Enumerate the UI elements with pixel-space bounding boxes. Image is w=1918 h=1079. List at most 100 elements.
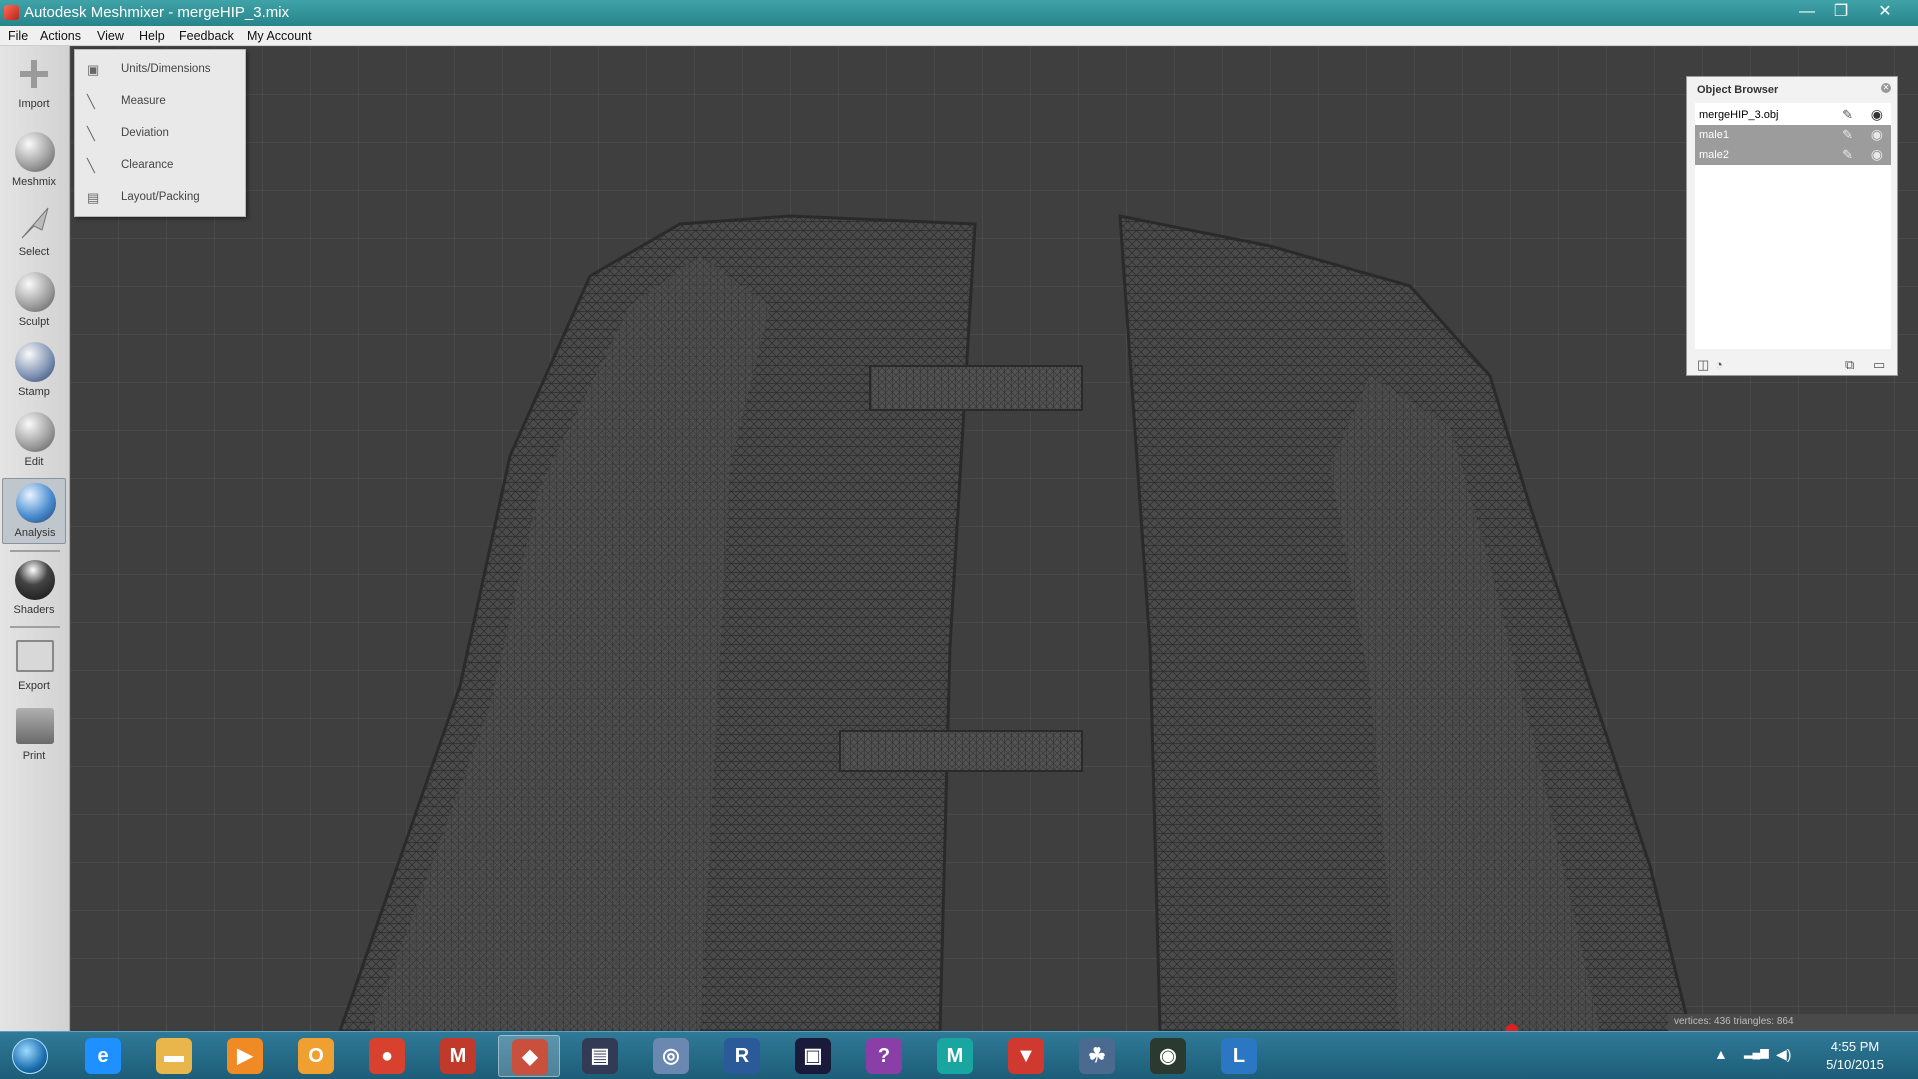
visibility-eye-icon[interactable]: ◉ [1871, 126, 1883, 143]
menu-item-deviation[interactable]: ╲ Deviation [75, 119, 245, 149]
terminal-icon: ▤ [582, 1038, 618, 1074]
visibility-eye-icon[interactable]: ◉ [1871, 106, 1883, 123]
meshmixer-icon: ◆ [512, 1039, 548, 1075]
tool-stamp[interactable]: Stamp [2, 338, 66, 404]
taskbar-app-terminal[interactable]: ▤ [569, 1035, 631, 1077]
start-button[interactable] [4, 1034, 56, 1078]
mesh-connector-bottom [839, 730, 1083, 772]
tool-select[interactable]: Select [2, 198, 66, 264]
taskbar-app-chrome[interactable]: ● [356, 1035, 418, 1077]
menu-item-units-dimensions[interactable]: ▣ Units/Dimensions [75, 55, 245, 85]
object-row[interactable]: male2 ✎ ◉ [1695, 145, 1891, 165]
taskbar-app-network[interactable]: ◎ [640, 1035, 702, 1077]
menu-actions[interactable]: Actions [40, 29, 81, 43]
print-icon [16, 708, 54, 744]
trash-icon[interactable]: ▭ [1873, 357, 1885, 373]
edit-pencil-icon[interactable]: ✎ [1842, 147, 1853, 163]
taskbar-app-help[interactable]: ? [853, 1035, 915, 1077]
edit-pencil-icon[interactable]: ✎ [1842, 127, 1853, 143]
analysis-menu: ▣ Units/Dimensions ╲ Measure ╲ Deviation… [74, 49, 246, 217]
clock-time: 4:55 PM [1830, 1039, 1880, 1054]
tool-label: Import [18, 98, 50, 110]
tool-label: Edit [24, 456, 44, 468]
app-circles-icon: ☘ [1079, 1038, 1115, 1074]
volume-icon[interactable]: ◀) [1776, 1046, 1791, 1063]
tool-label: Meshmix [11, 176, 56, 188]
visibility-eye-icon[interactable]: ◉ [1871, 146, 1883, 163]
taskbar-app-file-explorer[interactable]: ▬ [143, 1035, 205, 1077]
menu-feedback[interactable]: Feedback [179, 29, 234, 43]
layout-icon: ▤ [87, 190, 100, 205]
taskbar-app-maya[interactable]: M [924, 1035, 986, 1077]
tool-analysis[interactable]: Analysis [2, 478, 66, 544]
menu-view[interactable]: View [97, 29, 124, 43]
units-icon: ▣ [87, 62, 100, 77]
shaders-icon [15, 560, 55, 600]
network-icon: ◎ [653, 1038, 689, 1074]
object-row[interactable]: male1 ✎ ◉ [1695, 125, 1891, 145]
maya-icon: M [937, 1038, 973, 1074]
tool-label: Print [22, 750, 46, 762]
system-clock[interactable]: 4:55 PM 5/10/2015 [1810, 1038, 1900, 1074]
tool-edit[interactable]: Edit [2, 408, 66, 474]
deviation-icon: ╲ [87, 126, 95, 141]
menu-my-account[interactable]: My Account [247, 29, 312, 43]
minimize-button[interactable]: — [1790, 0, 1824, 24]
tool-print[interactable]: Print [2, 702, 66, 768]
taskbar-app-internet-explorer[interactable]: e [72, 1035, 134, 1077]
object-browser-panel: Object Browser ✕ mergeHIP_3.obj ✎ ◉ male… [1686, 76, 1898, 376]
left-toolbar: Import Meshmix Select Sculpt Stamp Edit … [0, 46, 70, 1031]
taskbar-app-revit[interactable]: R [711, 1035, 773, 1077]
edit-icon [15, 412, 55, 452]
close-button[interactable]: ✕ [1868, 0, 1902, 24]
plus-icon [20, 60, 48, 88]
tool-label: Shaders [13, 604, 55, 616]
export-icon [16, 640, 54, 672]
object-browser-title: Object Browser [1697, 84, 1779, 96]
analysis-icon [16, 483, 56, 523]
history-icon[interactable]: ◔ [1715, 357, 1723, 372]
network-icon[interactable]: ▂▄▆ [1744, 1046, 1769, 1059]
taskbar-app-outlook[interactable]: O [285, 1035, 347, 1077]
tool-import[interactable]: Import [2, 54, 66, 120]
taskbar-app-camera[interactable]: ◉ [1137, 1035, 1199, 1077]
object-row[interactable]: mergeHIP_3.obj ✎ ◉ [1695, 105, 1891, 125]
3d-viewport[interactable] [70, 46, 1918, 1031]
taskbar-app-app-circles[interactable]: ☘ [1066, 1035, 1128, 1077]
tool-sculpt[interactable]: Sculpt [2, 268, 66, 334]
tool-shaders[interactable]: Shaders [2, 556, 66, 622]
measure-icon: ╲ [87, 94, 95, 109]
chrome-icon: ● [369, 1038, 405, 1074]
windows-logo-icon [12, 1038, 48, 1074]
show-hidden-icons-icon[interactable]: ▲ [1714, 1046, 1728, 1062]
windows-taskbar: e ▬ ▶ O ● M ◆ ▤ ◎ R ▣? M ▼ ☘ ◉ L ▲ ▂▄▆ ◀) 4:55 PM 5/10/… [0, 1031, 1918, 1079]
cube-icon[interactable]: ◫ [1697, 357, 1709, 373]
tool-label: Sculpt [18, 316, 50, 328]
sculpt-icon [15, 272, 55, 312]
menu-item-measure[interactable]: ╲ Measure [75, 87, 245, 117]
taskbar-app-lync[interactable]: L [1208, 1035, 1270, 1077]
menu-file[interactable]: File [8, 29, 28, 43]
edit-pencil-icon[interactable]: ✎ [1842, 107, 1853, 123]
tool-meshmix[interactable]: Meshmix [2, 128, 66, 194]
taskbar-app-media-player[interactable]: ▶ [214, 1035, 276, 1077]
taskbar-app-meshmixer[interactable]: ◆ [498, 1035, 560, 1077]
close-icon[interactable]: ✕ [1881, 83, 1891, 93]
tool-export[interactable]: Export [2, 632, 66, 698]
menu-item-layout-packing[interactable]: ▤ Layout/Packing [75, 183, 245, 213]
duplicate-icon[interactable]: ⧉ [1845, 357, 1854, 373]
taskbar-app-mudbox[interactable]: M [427, 1035, 489, 1077]
taskbar-app-app-red[interactable]: ▼ [995, 1035, 1057, 1077]
tool-label: Analysis [14, 527, 56, 539]
internet-explorer-icon: e [85, 1038, 121, 1074]
menu-help[interactable]: Help [139, 29, 165, 43]
clock-date: 5/10/2015 [1826, 1057, 1884, 1072]
menu-item-clearance[interactable]: ╲ Clearance [75, 151, 245, 181]
tool-label: Stamp [18, 386, 50, 398]
restore-button[interactable]: ❐ [1824, 0, 1858, 24]
toolbar-divider [10, 626, 60, 628]
taskbar-app-monitor[interactable]: ▣ [782, 1035, 844, 1077]
menu-bar: File Actions View Help Feedback My Accou… [0, 26, 1918, 46]
app-red-icon: ▼ [1008, 1038, 1044, 1074]
viewport-scene [70, 46, 1918, 1031]
